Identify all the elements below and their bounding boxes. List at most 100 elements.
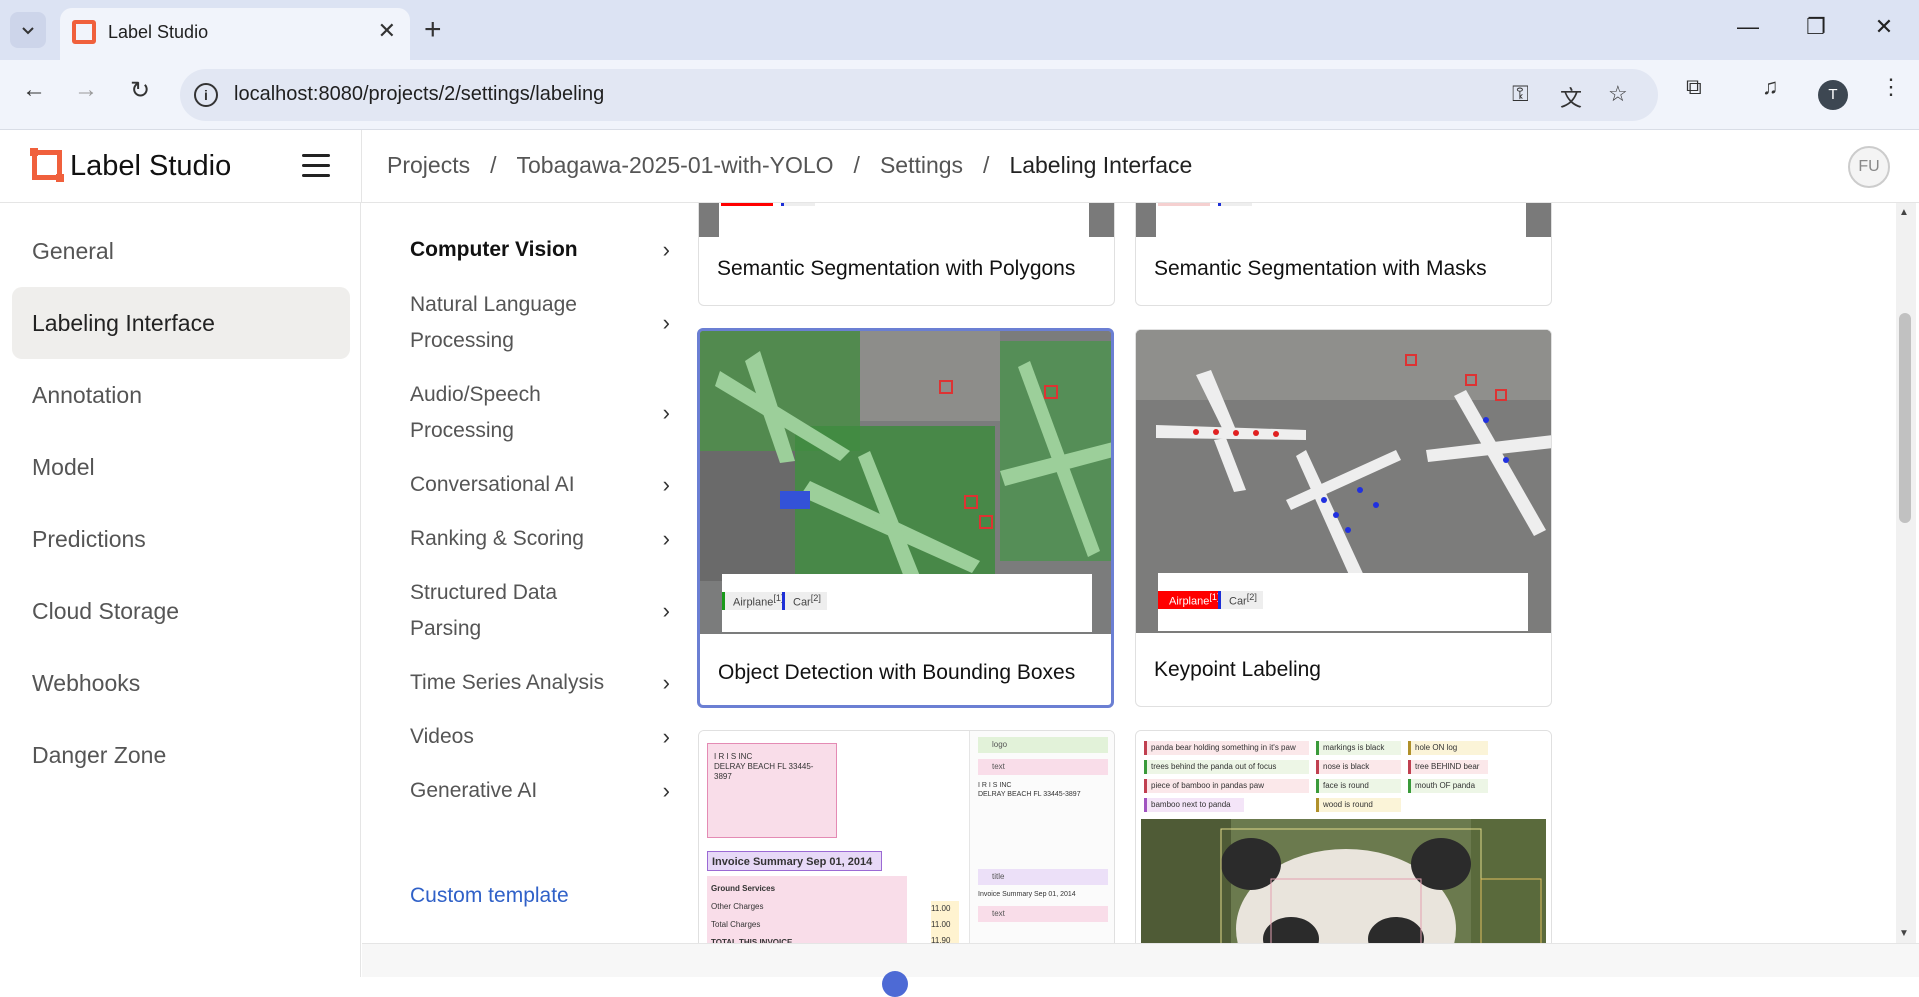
chevron-right-icon: › (662, 237, 670, 262)
breadcrumb-settings[interactable]: Settings (880, 152, 963, 179)
invoice-summary-title: Invoice Summary Sep 01, 2014 (707, 851, 882, 871)
sidebar-item-model[interactable]: Model (12, 431, 350, 503)
header-divider (361, 130, 362, 203)
sidebar-item-labeling-interface[interactable]: Labeling Interface (12, 287, 350, 359)
label-studio-favicon-icon (72, 20, 96, 44)
forward-icon[interactable]: → (68, 76, 104, 104)
url-text[interactable]: localhost:8080/projects/2/settings/label… (234, 83, 604, 106)
new-tab-button[interactable]: + (424, 12, 442, 48)
scroll-up-icon[interactable]: ▲ (1899, 207, 1909, 218)
browser-tab[interactable]: Label Studio ✕ (60, 8, 410, 60)
category-label: Natural Language Processing (410, 293, 577, 352)
category-label: Videos (410, 725, 474, 748)
browser-tabstrip: Label Studio ✕ + — ❐ ✕ (0, 0, 1919, 60)
invoice-address-box: I R I S INC DELRAY BEACH FL 33445-3897 (707, 743, 837, 838)
content-scrollbar[interactable]: ▲ ▼ (1896, 203, 1916, 943)
template-thumbnail (699, 203, 1114, 237)
invoice-address: DELRAY BEACH FL 33445-3897 (714, 762, 814, 781)
template-card[interactable]: Semantic Segmentation with Polygons (698, 203, 1115, 306)
category-conversational-ai[interactable]: Conversational AI › (410, 467, 670, 503)
sidebar-item-danger-zone[interactable]: Danger Zone (12, 719, 350, 791)
template-title: Semantic Segmentation with Polygons (717, 257, 1076, 280)
bottom-bar (362, 943, 1919, 997)
category-time-series[interactable]: Time Series Analysis › (410, 665, 670, 701)
scrollbar-thumb[interactable] (1899, 313, 1911, 523)
site-info-icon[interactable]: i (194, 83, 218, 107)
breadcrumb-separator: / (983, 152, 990, 178)
sidebar-item-webhooks[interactable]: Webhooks (12, 647, 350, 719)
invoice-row: TOTAL THIS INVOICE (711, 938, 793, 943)
tab-search-button[interactable] (10, 12, 46, 48)
sidebar-item-annotation[interactable]: Annotation (12, 359, 350, 431)
category-structured-data[interactable]: Structured Data Parsing › (410, 575, 670, 647)
chevron-right-icon: › (662, 526, 670, 551)
reload-icon[interactable]: ↻ (122, 76, 158, 105)
sidebar-item-cloud-storage[interactable]: Cloud Storage (12, 575, 350, 647)
back-icon[interactable]: ← (16, 76, 52, 104)
bookmark-star-icon[interactable]: ☆ (1608, 81, 1628, 107)
category-label: Time Series Analysis (410, 671, 605, 694)
chevron-right-icon: › (662, 400, 670, 425)
media-control-icon[interactable]: ♫ (1762, 74, 1779, 100)
app-logo-text[interactable]: Label Studio (70, 150, 231, 183)
settings-sidebar: General Labeling Interface Annotation Mo… (0, 203, 361, 977)
panda-image (1141, 819, 1546, 943)
car-label-chip: Car[2] (782, 592, 827, 610)
extensions-icon[interactable]: ⧉ (1686, 74, 1702, 100)
chevron-right-icon: › (662, 310, 670, 335)
invoice-amounts: 11.00 11.00 11.90 (931, 901, 959, 943)
category-computer-vision[interactable]: Computer Vision › (410, 232, 670, 268)
category-generative-ai[interactable]: Generative AI › (410, 773, 670, 809)
template-card[interactable]: Semantic Segmentation with Masks (1135, 203, 1552, 306)
breadcrumb-separator: / (853, 152, 860, 178)
car-label-chip: Car[2] (1218, 591, 1263, 609)
sidebar-item-predictions[interactable]: Predictions (12, 503, 350, 575)
template-card[interactable]: panda bear holding something in it's paw… (1135, 730, 1552, 943)
category-ranking[interactable]: Ranking & Scoring › (410, 521, 670, 557)
restore-icon[interactable]: ❐ (1796, 14, 1836, 40)
chevron-right-icon: › (662, 670, 670, 695)
template-thumbnail: panda bear holding something in it's paw… (1136, 731, 1551, 943)
password-key-icon[interactable]: ⚿ (1512, 81, 1529, 107)
category-audio[interactable]: Audio/Speech Processing › (410, 377, 670, 449)
template-title: Object Detection with Bounding Boxes (718, 661, 1076, 684)
user-avatar[interactable]: FU (1848, 146, 1890, 188)
panda-label-list: panda bear holding something in it's paw… (1144, 741, 1544, 821)
category-label: Computer Vision (410, 238, 578, 261)
airplane-label-chip: Airplane[1] (722, 592, 790, 610)
hamburger-menu-icon[interactable] (302, 154, 330, 177)
category-label: Structured Data Parsing (410, 581, 558, 640)
breadcrumb-projects[interactable]: Projects (387, 152, 470, 179)
close-window-icon[interactable]: ✕ (1864, 14, 1904, 40)
invoice-row: Total Charges (711, 920, 761, 929)
label-bar: Airplane[1] Car[2] (722, 574, 1092, 632)
category-label: Audio/Speech Processing (410, 383, 541, 442)
template-card[interactable]: I R I S INC DELRAY BEACH FL 33445-3897 I… (698, 730, 1115, 943)
breadcrumb-project[interactable]: Tobagawa-2025-01-with-YOLO (516, 152, 833, 179)
browser-menu-icon[interactable]: ⋮ (1880, 74, 1902, 100)
airplane-label-chip: Airplane[1] (1158, 591, 1226, 609)
category-label: Generative AI (410, 779, 538, 802)
breadcrumb: Projects / Tobagawa-2025-01-with-YOLO / … (387, 152, 1192, 179)
invoice-row: Other Charges (711, 902, 764, 911)
label-studio-logo-icon (30, 148, 64, 182)
translate-icon[interactable]: 文 (1560, 81, 1582, 113)
breadcrumb-current: Labeling Interface (1009, 152, 1193, 178)
sidebar-item-general[interactable]: General (12, 215, 350, 287)
template-card[interactable]: Airplane[1] Car[2] Keypoint Labeling (1135, 329, 1552, 707)
address-bar[interactable]: i localhost:8080/projects/2/settings/lab… (180, 69, 1658, 121)
template-title: Keypoint Labeling (1154, 658, 1321, 681)
category-videos[interactable]: Videos › (410, 719, 670, 755)
minimize-icon[interactable]: — (1728, 14, 1768, 40)
template-grid: Semantic Segmentation with Polygons Sema… (680, 203, 1890, 943)
label-bar: Airplane[1] Car[2] (1158, 573, 1528, 631)
template-card-selected[interactable]: Airplane[1] Car[2] Object Detection with… (697, 328, 1114, 708)
category-nlp[interactable]: Natural Language Processing › (410, 287, 670, 359)
invoice-side-panel: logo text I R I S INC DELRAY BEACH FL 33… (969, 731, 1114, 943)
chevron-right-icon: › (662, 598, 670, 623)
custom-template-link[interactable]: Custom template (410, 884, 569, 908)
template-title: Semantic Segmentation with Masks (1154, 257, 1487, 280)
browser-profile-avatar[interactable]: T (1818, 80, 1848, 110)
close-tab-icon[interactable]: ✕ (378, 18, 396, 44)
scroll-down-icon[interactable]: ▼ (1899, 928, 1909, 939)
